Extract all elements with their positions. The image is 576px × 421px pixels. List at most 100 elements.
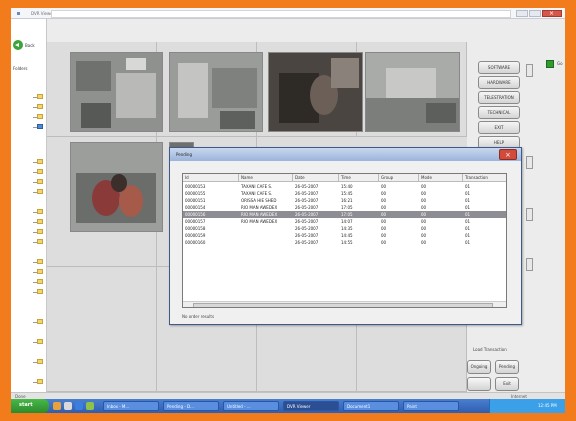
folder-icon[interactable] [37,269,43,274]
close-icon: × [549,10,555,17]
folder-icon[interactable] [37,339,43,344]
back-button[interactable] [13,40,23,50]
folder-icon[interactable] [37,169,43,174]
scroll-thumb[interactable] [193,303,493,307]
maximize-button[interactable] [529,10,541,17]
dialog-titlebar: Pending × [170,148,521,161]
quicklaunch-icon[interactable] [75,402,83,410]
taskbar-item[interactable]: DVR Viewer [283,401,339,411]
camera-feed-4[interactable] [365,52,460,132]
list-cell: 00000156 [185,212,206,217]
taskbar-item[interactable]: Paint [403,401,459,411]
list-cell: 01 [465,226,471,231]
camera-feed-3[interactable] [268,52,363,132]
back-label: Back [25,43,35,48]
folder-icon[interactable] [37,104,43,109]
list-cell: 14:45 [341,233,353,238]
ongoing-button[interactable]: Ongoing [467,360,491,374]
list-row[interactable]: 00000159 26-05-2007 14:45 00 00 01 [183,232,506,239]
taskbar-item[interactable]: Untitled - ... [223,401,279,411]
list-cell: 26-05-2007 [295,184,319,189]
camera-feed-1[interactable] [70,52,163,132]
folder-icon[interactable] [37,279,43,284]
side-button-hardware[interactable]: HARDWARE [478,76,520,89]
taskbar-item[interactable]: Inbox - M... [103,401,159,411]
folder-icon[interactable] [37,114,43,119]
side-tab[interactable] [526,258,533,271]
side-button-telestration[interactable]: TELESTRATION [478,91,520,104]
list-row[interactable]: 00000156 RIO MAN AWEDEX 26-05-2007 17:05 00 0… [183,211,506,218]
folder-icon[interactable] [37,219,43,224]
quicklaunch-icon[interactable] [86,402,94,410]
quicklaunch-icon[interactable] [53,402,61,410]
column-header[interactable]: Id [183,174,239,182]
dialog-status-text: No order results [182,314,215,319]
quicklaunch-icon[interactable] [64,402,72,410]
start-button[interactable]: start [11,399,49,413]
list-cell: 00 [421,205,427,210]
horizontal-scrollbar[interactable] [183,301,506,307]
column-header[interactable]: Name [239,174,293,182]
list-cell: RIO MAN AWEDEX [241,219,278,224]
list-cell: 01 [465,219,471,224]
list-cell: ORISSA HIE SHED [241,198,277,203]
camera-feed-2[interactable] [169,52,263,132]
taskbar-item[interactable]: Pending - D... [163,401,219,411]
list-cell: 00000160 [185,240,206,245]
column-header[interactable]: Mode [419,174,463,182]
list-row[interactable]: 00000153 TAXANI CAFE S. 26-05-2007 15:40 00 0… [183,183,506,190]
list-cell: 26-05-2007 [295,191,319,196]
folder-icon[interactable] [37,124,43,129]
list-row[interactable]: 00000157 RIO MAN AWEDEX 26-05-2007 14:07 00 0… [183,218,506,225]
grid-cell [47,267,157,392]
dialog-close-button[interactable]: × [499,149,517,160]
side-button-exit[interactable]: EXIT [478,121,520,134]
cctv-feed-icon [71,53,162,131]
clock: 12:45 PM [538,403,557,408]
column-header[interactable]: Date [293,174,339,182]
go-label: Go [557,61,563,66]
blank-button[interactable] [467,377,491,391]
column-header[interactable]: Group [379,174,419,182]
list-cell: 26-05-2007 [295,240,319,245]
folder-icon[interactable] [37,239,43,244]
side-tab[interactable] [526,64,533,77]
list-row[interactable]: 00000151 ORISSA HIE SHED 26-05-2007 16:21 00… [183,197,506,204]
status-bar: Done Internet [11,392,565,399]
column-header[interactable]: Time [339,174,379,182]
folder-icon[interactable] [37,229,43,234]
folder-icon[interactable] [37,319,43,324]
list-cell: 01 [465,191,471,196]
side-tab[interactable] [526,156,533,169]
pending-button[interactable]: Pending [495,360,519,374]
folder-icon[interactable] [37,189,43,194]
pending-list: Id Name Date Time Group Mode Transaction 00000… [182,173,507,308]
go-icon[interactable] [546,60,554,68]
close-window-button[interactable]: × [542,10,562,17]
side-button-software[interactable]: SOFTWARE [478,61,520,74]
list-row[interactable]: 00000154 RIO MAN AWEDEX 26-05-2007 17:05 00 0… [183,204,506,211]
side-button-technical[interactable]: TECHNICAL [478,106,520,119]
taskbar-item[interactable]: Document1 [343,401,399,411]
list-row[interactable]: 00000158 26-05-2007 14:35 00 00 01 [183,225,506,232]
folder-icon[interactable] [37,209,43,214]
folder-icon[interactable] [37,379,43,384]
camera-feed-5[interactable] [70,142,163,232]
column-header[interactable]: Transaction [463,174,506,182]
exit-button[interactable]: Exit [495,377,519,391]
list-row[interactable]: 00000160 26-05-2007 14:55 00 00 01 [183,239,506,246]
list-cell: TAXANI CAFE S. [241,191,273,196]
folder-icon[interactable] [37,94,43,99]
list-cell: 00 [381,184,387,189]
folder-icon[interactable] [37,159,43,164]
minimize-button[interactable] [516,10,528,17]
folder-icon[interactable] [37,259,43,264]
side-tab[interactable] [526,208,533,221]
list-cell: 00000154 [185,205,206,210]
list-cell: 00 [421,219,427,224]
list-row[interactable]: 00000155 TAXANI CAFE S. 26-05-2007 15:45 00 0… [183,190,506,197]
folder-icon[interactable] [37,179,43,184]
address-bar[interactable] [51,10,511,18]
folder-icon[interactable] [37,289,43,294]
folder-icon[interactable] [37,359,43,364]
